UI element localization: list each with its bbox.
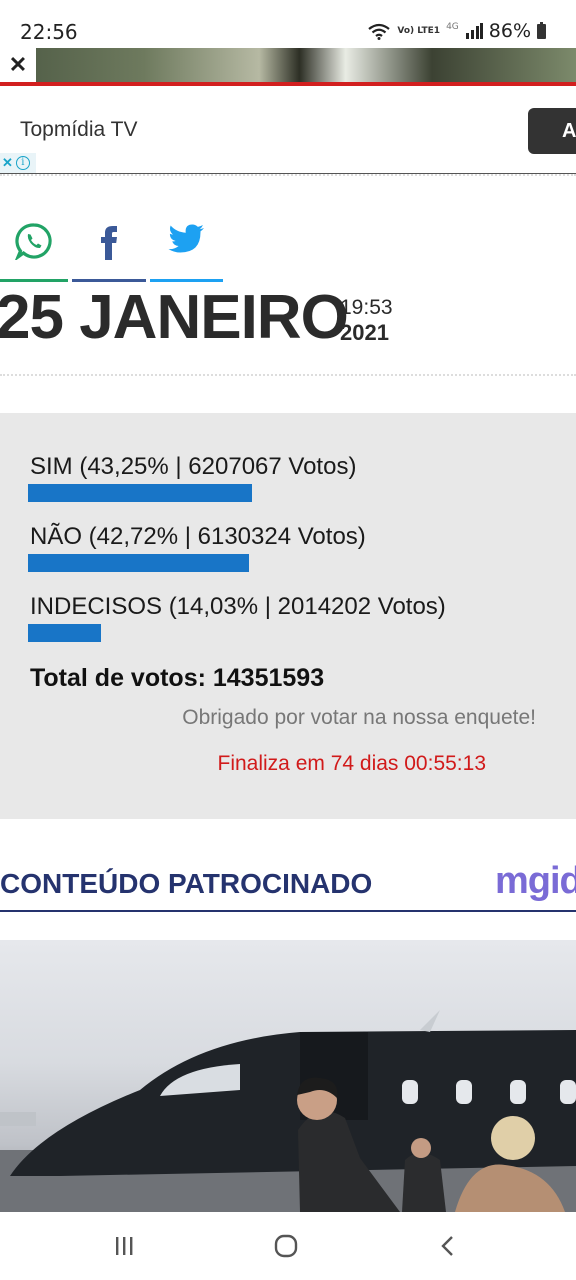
post-year: 2021 bbox=[340, 320, 389, 345]
sponsored-divider bbox=[0, 910, 576, 912]
status-time: 22:56 bbox=[20, 20, 78, 44]
facebook-share-button[interactable] bbox=[72, 222, 146, 282]
divider bbox=[0, 174, 576, 176]
twitter-share-button[interactable] bbox=[150, 222, 223, 282]
poll-option-label: INDECISOS (14,03% | 2014202 Votos) bbox=[30, 593, 446, 620]
status-icons: Vo) LTE1 4G 86% bbox=[367, 20, 546, 42]
ad-advertiser: Topmídia TV bbox=[20, 118, 138, 141]
poll-countdown: Finaliza em 74 dias 00:55:13 bbox=[217, 752, 487, 775]
mgid-logo[interactable]: mgid bbox=[495, 860, 576, 903]
ad-cta-button[interactable]: A bbox=[528, 108, 576, 154]
signal-icon bbox=[465, 23, 483, 39]
sponsored-heading: CONTEÚDO PATROCINADO bbox=[0, 868, 373, 899]
twitter-icon bbox=[168, 224, 204, 253]
divider bbox=[0, 374, 576, 376]
poll-bar bbox=[28, 484, 546, 502]
post-time: 19:53 bbox=[340, 296, 393, 319]
whatsapp-icon bbox=[15, 223, 52, 260]
recents-icon bbox=[116, 1237, 133, 1255]
post-date: 25 JANEIRO bbox=[0, 283, 349, 352]
poll-total: Total de votos: 14351593 bbox=[30, 664, 325, 692]
info-icon[interactable]: i bbox=[15, 156, 30, 170]
poll-bar-fill bbox=[28, 554, 250, 572]
facebook-icon bbox=[101, 226, 117, 260]
jet-photo bbox=[0, 1010, 576, 1212]
wifi-icon bbox=[368, 23, 391, 40]
ad-banner[interactable]: Topmídia TV A bbox=[0, 88, 576, 174]
poll-option-label: SIM (43,25% | 6207067 Votos) bbox=[30, 453, 357, 480]
back-button[interactable] bbox=[428, 1230, 468, 1262]
adchoices-close-icon[interactable]: ✕ bbox=[2, 155, 13, 171]
ad-banner-image[interactable] bbox=[0, 48, 576, 86]
network-label: Vo) LTE1 bbox=[397, 25, 441, 36]
recents-button[interactable] bbox=[104, 1230, 144, 1262]
back-icon bbox=[441, 1236, 453, 1256]
status-bar: 22:56 Vo) LTE1 4G 86% bbox=[0, 0, 576, 48]
poll-bar-fill bbox=[28, 484, 253, 502]
poll-bar bbox=[28, 624, 546, 642]
sponsored-image[interactable] bbox=[0, 940, 576, 1212]
adchoices-icon[interactable]: ✕ i bbox=[0, 153, 36, 173]
network-type: 4G bbox=[446, 22, 459, 32]
poll-thanks-message: Obrigado por votar na nossa enquete! bbox=[182, 706, 536, 729]
whatsapp-share-button[interactable] bbox=[0, 222, 68, 282]
poll-option-label: NÃO (42,72% | 6130324 Votos) bbox=[30, 523, 366, 550]
battery-percent: 86% bbox=[488, 20, 531, 42]
home-icon bbox=[274, 1234, 298, 1258]
home-button[interactable] bbox=[266, 1230, 306, 1262]
battery-icon bbox=[537, 21, 546, 39]
navigation-bar bbox=[0, 1212, 576, 1280]
poll-bar bbox=[28, 554, 546, 572]
close-icon[interactable]: ✕ bbox=[0, 48, 36, 82]
poll-bar-fill bbox=[28, 624, 101, 642]
